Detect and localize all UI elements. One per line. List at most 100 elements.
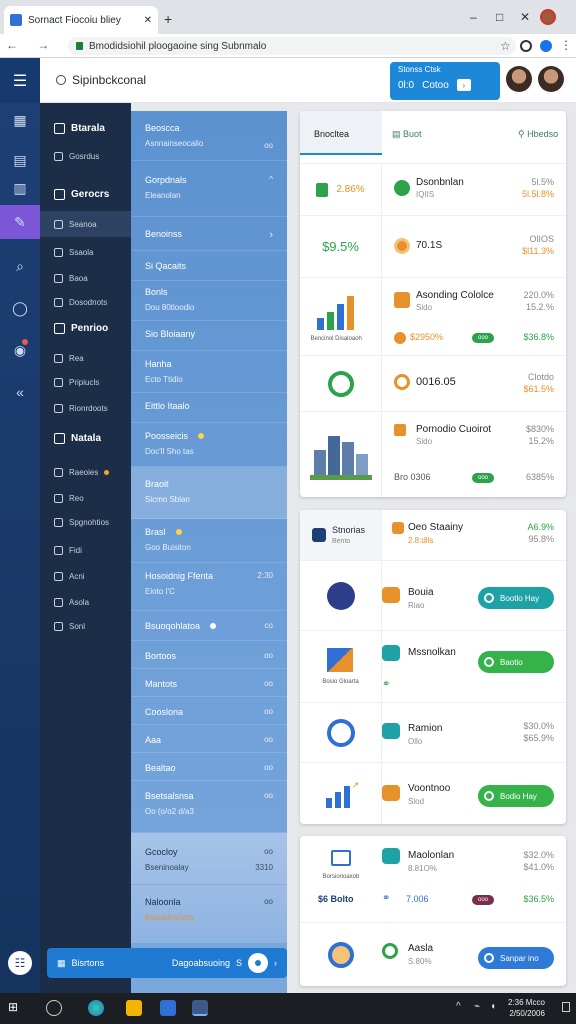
maximize-button[interactable]: □ [496,10,503,24]
list-item[interactable]: Aaa oo [131,725,287,753]
browser-menu-icon[interactable]: ⋮ [560,38,572,52]
nav-item[interactable]: Rionrdoots [40,397,131,419]
search-icon[interactable]: ⌕ [0,249,40,283]
nav-section-header[interactable]: Gerocrs [40,183,131,205]
hamburger-menu-icon[interactable]: ☰ [0,58,40,103]
nav-item[interactable]: Reo [40,487,131,509]
tab-hbedso[interactable]: ⚲ Hbedso [518,129,558,140]
layout-icon[interactable]: ▥ [0,171,40,205]
sync-icon[interactable] [540,40,552,52]
tab-buot[interactable]: ▤ Buot [392,129,422,140]
network-icon[interactable]: ⌁ [474,1001,480,1012]
table-row[interactable]: Borsiorioaxob Maolonlan 8.81O% $32.0% $4… [300,836,566,922]
browser-icon[interactable] [88,1000,104,1016]
close-window-button[interactable]: ✕ [520,10,530,24]
table-row[interactable]: $9.5% 70.1S OlIOS $l11.3% [300,215,566,277]
nav-item[interactable]: Asola [40,591,131,613]
nav-item[interactable]: Acni [40,565,131,587]
apps-icon[interactable]: ☷ [8,951,32,975]
nav-section-header[interactable]: Penrioo [40,317,131,339]
tab-close-icon[interactable]: ✕ [144,15,152,26]
app-icon[interactable] [192,1000,208,1016]
nav-item[interactable]: Gosrdus [40,145,131,167]
collapse-icon[interactable]: « [0,375,40,409]
list-item[interactable]: Eittlo Itaalo [131,393,287,423]
table-row[interactable]: 2.86% Dsonbnlan IQIIS 5l.5% 5l.5l.8% [300,163,566,215]
action-button[interactable]: Bootlo Hay [478,587,554,609]
tab-label: Buot [403,129,422,139]
browser-tab[interactable]: Sornact Fiocoiu bliey ✕ [4,6,158,34]
list-item[interactable]: Gcocloy Bseninoalay oo 3310 [131,833,287,885]
chart-icon[interactable]: ▦ [0,103,40,137]
status-widget[interactable]: Stonss Ctsk 0l:0 Cotoo › [390,62,500,100]
table-row[interactable]: Bouia Riao Bootlo Hay [300,560,566,630]
start-icon[interactable]: ⊞ [8,1000,24,1016]
footer-action-bar[interactable]: ▦ Bisrtons Dagoabsuoing S › [47,948,287,978]
table-row[interactable]: Pornodio Cuoirot Sido $830% 15.2% Bro 03… [300,411,566,497]
nav-item[interactable]: Ssaola [40,241,131,263]
store-icon[interactable] [160,1000,176,1016]
list-item[interactable]: Beoscca Asnnainseocalio oo [131,111,287,161]
action-button[interactable]: Baotio [478,651,554,673]
record-button[interactable] [248,953,268,973]
extension-icon[interactable] [520,40,532,52]
nav-item[interactable]: Spgnohtios [40,511,131,533]
chevron-right-icon[interactable]: › [274,958,277,968]
volume-icon[interactable]: ◖ [490,1001,496,1012]
badge-icon[interactable]: ◉ [0,333,40,367]
table-row[interactable]: Stnorias Bento Oeo Staainy 2.8:dlls A6.9%… [300,510,566,560]
user-avatar[interactable] [506,66,532,92]
taskbar-clock[interactable]: 2:36 Mcco 2/50/2006 [508,997,545,1019]
nav-section-header[interactable]: Natala [40,427,131,449]
chevron-right-icon[interactable]: › [269,229,273,241]
list-item[interactable]: Hosoidnig Ffenta Eioto I'C 2:30 [131,563,287,611]
nav-item-selected[interactable]: Seanoa [40,211,131,237]
nav-item[interactable]: Rea [40,347,131,369]
bookmark-star-icon[interactable]: ☆ [500,39,511,53]
notification-icon[interactable] [562,1002,570,1012]
nav-item[interactable]: Fidi [40,539,131,561]
action-button[interactable]: Sanpar ino [478,947,554,969]
table-row[interactable]: ↗ Voontnoo Slod Bodio Hay [300,762,566,824]
nav-item[interactable]: Sonl [40,615,131,637]
search-icon[interactable] [46,1000,62,1016]
action-button[interactable]: Bodio Hay [478,785,554,807]
table-row[interactable]: Bencinol Disaloaoh Asonding Cololce Sido… [300,277,566,355]
table-row[interactable]: Aasla S.80% Sanpar ino [300,922,566,986]
nav-item[interactable]: Pripiucls [40,371,131,393]
list-item[interactable]: Bonls Dou 80tloodio [131,281,287,321]
edit-icon[interactable]: ✎ [0,205,40,239]
nav-item[interactable]: Dosodnots [40,291,131,313]
table-row[interactable]: Ramion Ollo $30.0% $65.9% [300,702,566,762]
nav-item[interactable]: Baoa [40,267,131,289]
list-item[interactable]: Hanha Ecto Ttidio [131,351,287,393]
table-row[interactable]: 0016.05 Clotdo $61.5% [300,355,566,411]
list-item[interactable]: Bsetsalsnsa Oo (o/o2 d/a3 oo [131,781,287,833]
browser-profile-avatar[interactable] [540,9,556,25]
nav-item[interactable]: Raeoies [40,461,131,483]
list-item[interactable]: Bortoos oo [131,641,287,669]
chat-icon[interactable]: ◯ [0,291,40,325]
table-row[interactable]: Bosio Gloarta Mssnolkan ⚭ Baotio [300,630,566,702]
list-item-selected[interactable]: Braoit Sicmo Sblan [131,467,287,519]
list-item[interactable]: Gorpdnals Eleanolan ^ [131,161,287,217]
user-avatar-2[interactable] [538,66,564,92]
list-item[interactable]: Bsuoqohlatoa co [131,611,287,641]
list-item[interactable]: Sio Bloiaany [131,321,287,351]
list-item[interactable]: Naloonla Bosaldosnota oo [131,885,287,935]
list-item[interactable]: Brasl Goo Buisiton [131,519,287,563]
url-field[interactable]: Bmodidsiohil ploogaoine sing Subnmalo [68,37,516,55]
list-item[interactable]: Benoinss › [131,217,287,251]
list-item[interactable]: Poosseicis Doc'll Sho tas [131,423,287,467]
list-item[interactable]: Cooslona oo [131,697,287,725]
list-item[interactable]: Mantots oo [131,669,287,697]
new-tab-button[interactable]: + [164,11,172,27]
folder-icon[interactable] [126,1000,142,1016]
nav-section-header[interactable]: Btarala [40,117,131,139]
minimize-button[interactable]: – [470,10,477,24]
list-item[interactable]: Bealtao oo [131,753,287,781]
status-widget-arrow-button[interactable]: › [456,79,471,91]
list-item[interactable]: Si Qacaits [131,251,287,281]
tray-chevron-icon[interactable]: ^ [456,1001,461,1012]
chevron-up-icon[interactable]: ^ [269,175,273,184]
